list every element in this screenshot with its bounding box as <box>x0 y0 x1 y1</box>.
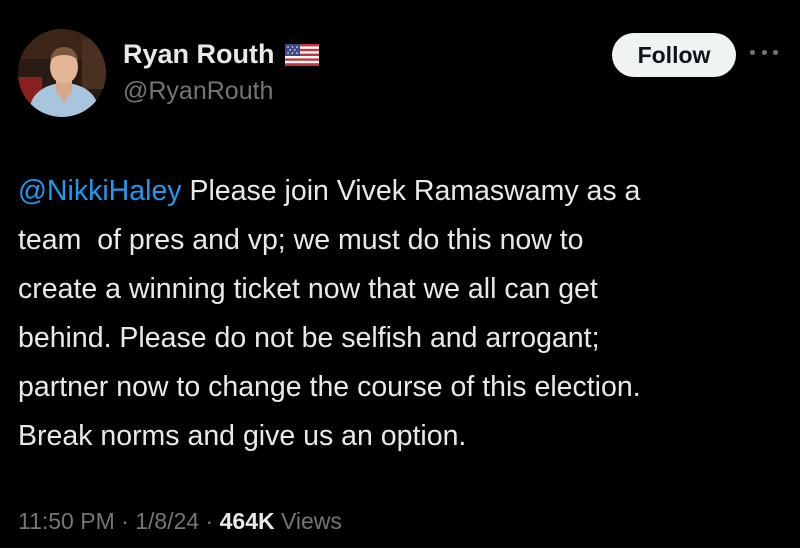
more-options-icon[interactable] <box>750 44 778 60</box>
tweet-body: Please join Vivek Ramaswamy as a team of… <box>18 175 641 452</box>
tweet-meta: 11:50 PM · 1/8/24 · 464K Views <box>18 508 342 535</box>
author-display-name: Ryan Routh <box>123 39 275 69</box>
avatar[interactable] <box>18 29 106 117</box>
profile-photo <box>18 29 106 117</box>
views-count[interactable]: 464K <box>220 508 275 534</box>
author-handle[interactable]: @RyanRouth <box>123 77 273 106</box>
mention-link[interactable]: @NikkiHaley <box>18 175 182 207</box>
author-name[interactable]: Ryan Routh <box>123 39 319 70</box>
views-label: Views <box>274 508 342 534</box>
more-dot <box>750 49 755 55</box>
more-dot <box>761 49 767 55</box>
tweet-date[interactable]: 1/8/24 <box>135 508 199 534</box>
tweet-time[interactable]: 11:50 PM <box>18 508 115 534</box>
us-flag-icon <box>284 43 319 66</box>
meta-separator: · <box>199 508 220 534</box>
meta-separator: · <box>114 508 136 534</box>
follow-button[interactable]: Follow <box>612 33 736 77</box>
tweet-text: @NikkiHaley Please join Vivek Ramaswamy … <box>18 167 788 461</box>
more-dot <box>773 49 778 55</box>
